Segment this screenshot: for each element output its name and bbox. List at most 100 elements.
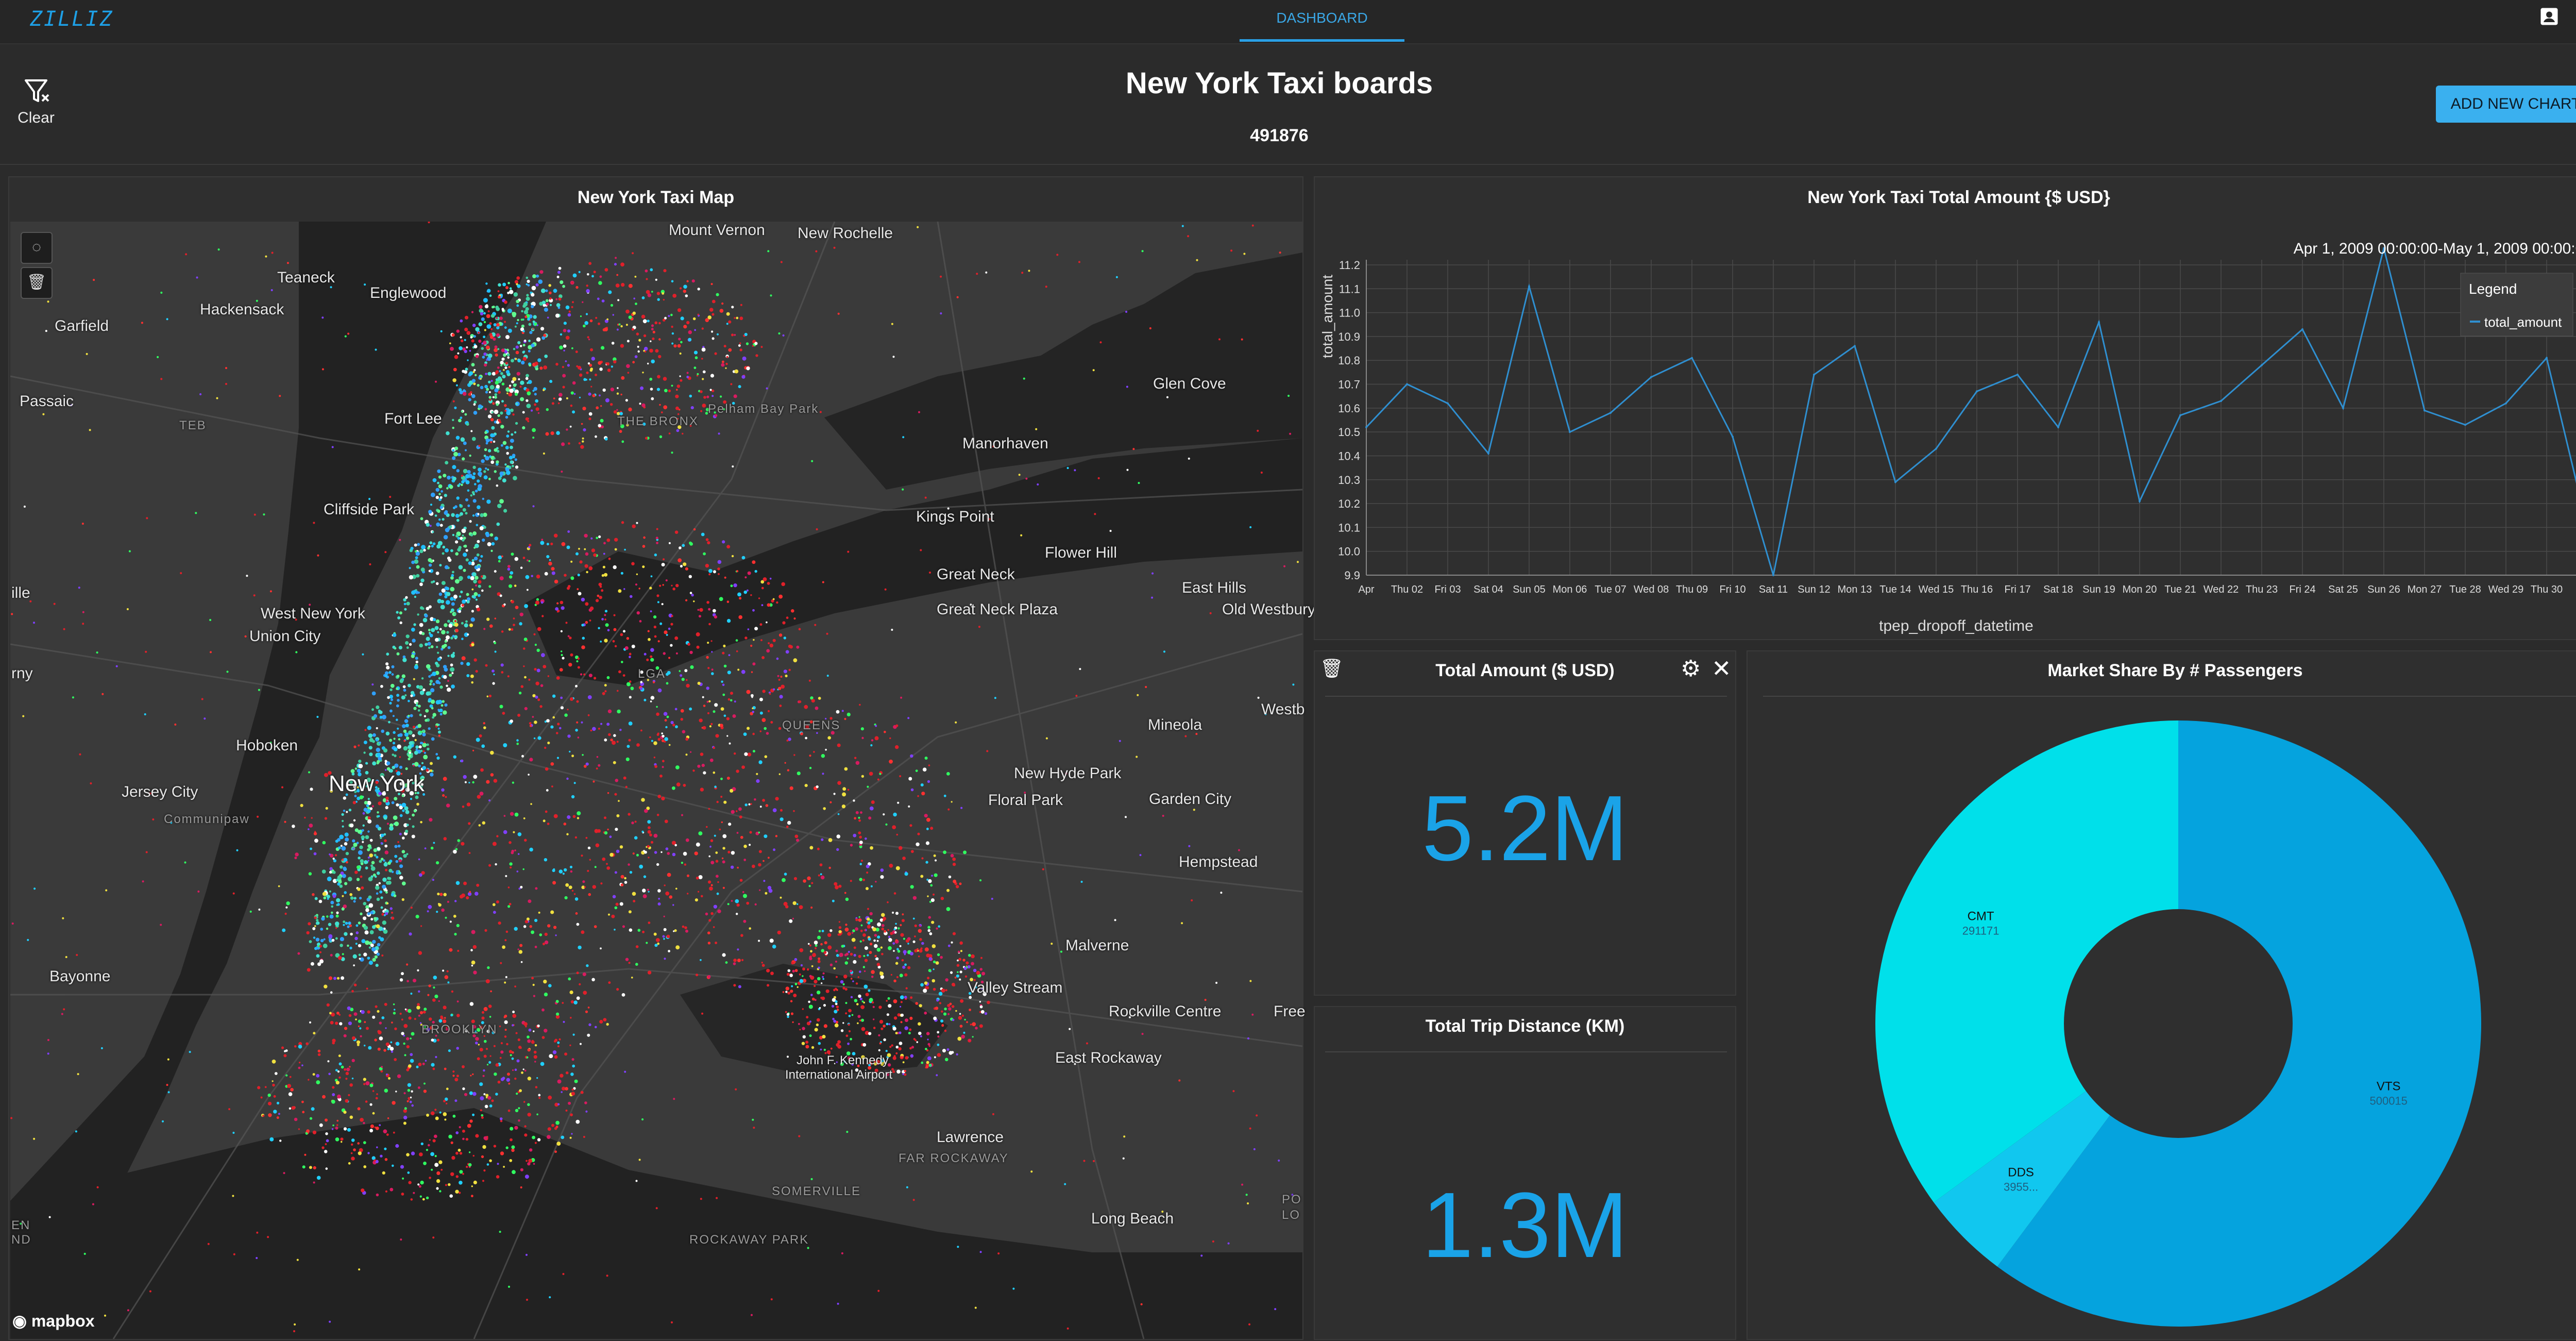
taxi-point bbox=[953, 932, 956, 935]
taxi-point bbox=[196, 277, 198, 279]
taxi-point bbox=[512, 1051, 514, 1054]
taxi-point bbox=[615, 257, 617, 259]
tab-dashboard[interactable]: DASHBOARD bbox=[1240, 0, 1404, 41]
taxi-point bbox=[466, 896, 469, 899]
taxi-point bbox=[355, 767, 357, 769]
taxi-point bbox=[358, 1026, 360, 1027]
taxi-point bbox=[489, 625, 493, 628]
taxi-point bbox=[436, 757, 439, 760]
taxi-point bbox=[388, 721, 391, 724]
taxi-point bbox=[435, 680, 439, 684]
taxi-point bbox=[684, 669, 687, 672]
taxi-point bbox=[352, 1036, 355, 1040]
line-chart[interactable]: 9.910.010.110.210.310.410.510.610.710.81… bbox=[1315, 177, 2576, 641]
taxi-point bbox=[722, 540, 725, 543]
map-label: Communipaw bbox=[164, 812, 250, 827]
taxi-point bbox=[936, 999, 939, 1002]
taxi-point bbox=[393, 742, 395, 744]
taxi-point bbox=[490, 1055, 492, 1057]
taxi-point bbox=[909, 824, 912, 827]
taxi-point bbox=[879, 971, 884, 976]
taxi-point bbox=[748, 628, 750, 630]
taxi-point bbox=[363, 751, 365, 753]
add-new-chart-button[interactable]: ADD NEW CHART bbox=[2436, 86, 2576, 123]
taxi-point bbox=[484, 448, 487, 451]
taxi-point bbox=[966, 1021, 968, 1023]
taxi-point bbox=[669, 432, 671, 434]
trash-icon[interactable]: 🗑 bbox=[21, 267, 53, 299]
taxi-point bbox=[472, 572, 477, 576]
lasso-icon[interactable]: ◌ bbox=[21, 232, 53, 264]
taxi-point bbox=[355, 828, 359, 832]
taxi-point bbox=[410, 694, 413, 697]
taxi-point bbox=[699, 718, 703, 722]
taxi-point bbox=[892, 825, 896, 829]
taxi-point bbox=[379, 891, 382, 894]
taxi-point bbox=[363, 812, 365, 815]
clear-filters-button[interactable]: Clear bbox=[10, 109, 62, 127]
taxi-point bbox=[584, 548, 586, 550]
taxi-point bbox=[444, 1068, 447, 1070]
account-box-icon[interactable] bbox=[2538, 5, 2561, 28]
taxi-point bbox=[449, 1194, 453, 1198]
taxi-point bbox=[550, 726, 553, 729]
taxi-point bbox=[868, 937, 871, 941]
taxi-point bbox=[444, 494, 447, 497]
taxi-point bbox=[439, 1190, 441, 1192]
taxi-point bbox=[580, 445, 584, 449]
taxi-point bbox=[512, 1011, 515, 1013]
taxi-point bbox=[457, 353, 459, 355]
taxi-point bbox=[643, 699, 646, 701]
taxi-point bbox=[498, 560, 501, 563]
taxi-point bbox=[862, 933, 866, 937]
taxi-point bbox=[316, 938, 319, 942]
zilliz-logo[interactable]: ZILLIZ bbox=[30, 7, 114, 31]
taxi-point bbox=[343, 924, 345, 926]
taxi-point bbox=[406, 602, 410, 606]
taxi-point bbox=[928, 916, 931, 918]
taxi-point bbox=[585, 1111, 587, 1113]
taxi-point bbox=[662, 735, 664, 737]
taxi-point bbox=[945, 978, 948, 981]
mapbox-attribution[interactable]: ◉ mapbox bbox=[12, 1311, 95, 1331]
taxi-point bbox=[383, 748, 387, 752]
taxi-point bbox=[605, 623, 609, 627]
taxi-point bbox=[560, 1074, 563, 1078]
taxi-point bbox=[730, 699, 732, 701]
taxi-point bbox=[606, 1275, 608, 1277]
taxi-point bbox=[689, 395, 692, 398]
taxi-point bbox=[410, 798, 412, 800]
taxi-point bbox=[710, 374, 714, 377]
taxi-point bbox=[589, 859, 591, 861]
taxi-point bbox=[515, 465, 518, 468]
taxi-point bbox=[461, 410, 463, 412]
taxi-point bbox=[485, 282, 487, 284]
taxi-point bbox=[423, 549, 426, 551]
taxi-point bbox=[980, 1251, 982, 1253]
taxi-point bbox=[376, 825, 379, 828]
taxi-point bbox=[406, 634, 410, 638]
taxi-point bbox=[874, 955, 876, 957]
taxi-point bbox=[419, 745, 422, 748]
taxi-point bbox=[861, 737, 863, 739]
taxi-point bbox=[546, 299, 549, 303]
taxi-point bbox=[927, 895, 928, 897]
taxi-point bbox=[919, 925, 921, 927]
taxi-point bbox=[887, 1013, 889, 1016]
taxi-point bbox=[451, 1142, 453, 1144]
taxi-point bbox=[501, 671, 503, 674]
taxi-point bbox=[444, 703, 447, 707]
taxi-point bbox=[504, 321, 506, 323]
taxi-point bbox=[628, 813, 630, 815]
taxi-point bbox=[570, 1072, 574, 1076]
taxi-point bbox=[672, 332, 674, 334]
taxi-point bbox=[405, 596, 408, 599]
taxi-point bbox=[366, 987, 368, 990]
taxi-point bbox=[598, 627, 600, 629]
taxi-point bbox=[493, 338, 496, 341]
taxi-point bbox=[633, 900, 635, 902]
taxi-point bbox=[566, 336, 570, 340]
taxi-point bbox=[451, 1156, 455, 1160]
taxi-point bbox=[621, 875, 624, 879]
taxi-point bbox=[539, 933, 543, 936]
